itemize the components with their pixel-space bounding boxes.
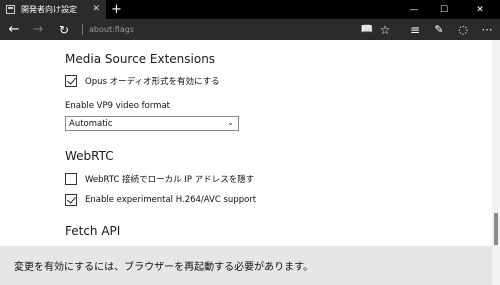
refresh-icon[interactable]: ↻: [54, 19, 74, 40]
favorite-star-icon[interactable]: ☆: [378, 19, 392, 40]
web-note-icon[interactable]: ✎: [432, 19, 446, 40]
restart-message: 変更を有効にするには、ブラウザーを再起動する必要があります。: [14, 262, 314, 273]
vp9-select-value: Automatic: [69, 118, 113, 129]
hide-local-ip-label: WebRTC 接続でローカル IP アドレスを隠す: [85, 175, 255, 185]
minimize-button[interactable]: —: [400, 0, 428, 19]
hide-local-ip-checkbox[interactable]: [65, 173, 77, 185]
section-heading-webrtc: WebRTC: [65, 149, 114, 163]
address-bar[interactable]: about:flags: [82, 22, 367, 37]
section-heading-media-source: Media Source Extensions: [65, 52, 216, 66]
h264-label: Enable experimental H.264/AVC support: [85, 195, 257, 205]
address-url: about:flags: [89, 25, 134, 34]
address-separator: [82, 24, 83, 35]
restart-notification: 変更を有効にするには、ブラウザーを再起動する必要があります。: [0, 246, 492, 285]
chevron-down-icon: ⌄: [227, 118, 234, 127]
scrollbar-thumb[interactable]: [494, 213, 498, 245]
vp9-select[interactable]: Automatic ⌄: [65, 116, 239, 131]
new-tab-button[interactable]: +: [111, 0, 122, 19]
more-icon[interactable]: ⋯: [480, 19, 494, 40]
page-icon: [6, 5, 15, 14]
back-icon[interactable]: ←: [4, 19, 24, 40]
scrollbar-track[interactable]: [492, 40, 500, 285]
title-bar: 開発者向け設定 ✕ + — ☐ ✕: [0, 0, 500, 19]
tab-close-icon[interactable]: ✕: [92, 3, 100, 15]
opus-checkbox-label: Opus オーディオ形式を有効にする: [85, 77, 220, 87]
hide-local-ip-row[interactable]: WebRTC 接続でローカル IP アドレスを隠す: [65, 173, 254, 185]
close-button[interactable]: ✕: [466, 0, 494, 19]
h264-checkbox[interactable]: [65, 194, 77, 206]
tab-title: 開発者向け設定: [21, 5, 77, 14]
opus-checkbox-row[interactable]: Opus オーディオ形式を有効にする: [65, 75, 220, 87]
section-heading-fetch-api: Fetch API: [65, 224, 121, 238]
maximize-button[interactable]: ☐: [430, 0, 458, 19]
tab-developer-settings[interactable]: 開発者向け設定 ✕: [0, 0, 106, 19]
hub-icon[interactable]: ≡: [408, 19, 422, 40]
forward-icon[interactable]: →: [28, 19, 48, 40]
reading-view-icon[interactable]: 📖: [360, 19, 374, 40]
share-icon[interactable]: ◌: [456, 19, 470, 40]
vp9-label: Enable VP9 video format: [65, 101, 170, 111]
opus-checkbox[interactable]: [65, 75, 77, 87]
h264-row[interactable]: Enable experimental H.264/AVC support: [65, 194, 256, 206]
address-toolbar: ← → ↻ about:flags 📖 ☆ ≡ ✎ ◌ ⋯: [0, 19, 500, 40]
